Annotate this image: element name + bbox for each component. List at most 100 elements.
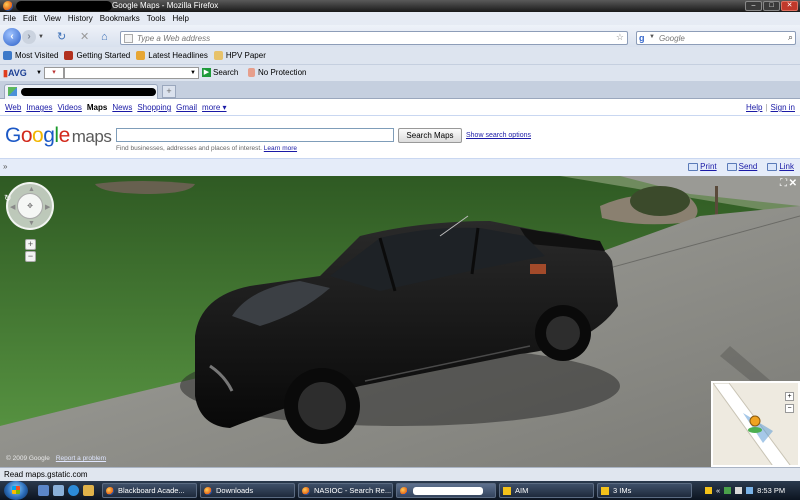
avg-input-dropdown-icon[interactable]: ▼ — [190, 68, 196, 78]
bookmark-hpv-paper[interactable]: HPV Paper — [213, 51, 266, 60]
street-view-nav-control[interactable]: ▲ ▼ ◀ ▶ ✥ — [6, 182, 54, 230]
avg-search-button[interactable]: ▶ Search — [202, 68, 238, 77]
print-action[interactable]: Print — [688, 162, 717, 171]
power-icon[interactable] — [746, 487, 754, 494]
menu-history[interactable]: History — [68, 14, 93, 23]
learn-more-link[interactable]: Learn more — [264, 145, 297, 152]
gbar-web[interactable]: Web — [5, 103, 21, 112]
internet-explorer-icon[interactable] — [68, 485, 79, 496]
collapse-panel-button[interactable]: » — [3, 162, 7, 171]
firefox-icon — [106, 487, 114, 495]
home-icon[interactable]: ⌂ — [101, 32, 108, 43]
menu-edit[interactable]: Edit — [23, 14, 37, 23]
bookmark-getting-started[interactable]: Getting Started — [64, 51, 130, 60]
pan-right-icon[interactable]: ▶ — [45, 203, 50, 211]
task-3-ims[interactable]: 3 IMs — [597, 483, 692, 498]
help-link[interactable]: Help — [746, 103, 762, 112]
forward-button[interactable]: › — [22, 30, 36, 44]
bookmark-star-icon[interactable]: ☆ — [616, 32, 624, 43]
gbar-shopping[interactable]: Shopping — [137, 103, 171, 112]
google-maps-logo[interactable]: Google maps — [5, 124, 112, 149]
pegman-center-icon[interactable]: ✥ — [17, 193, 43, 219]
menu-tools[interactable]: Tools — [147, 14, 166, 23]
search-icon[interactable]: ⌕ — [788, 32, 793, 43]
avg-engine-select[interactable]: ▾ — [44, 67, 64, 79]
avg-menu-dropdown-icon[interactable]: ▼ — [36, 70, 42, 76]
zoom-in-button[interactable]: + — [25, 239, 36, 250]
volume-icon[interactable] — [735, 487, 743, 494]
close-street-view-button[interactable]: ✕ — [789, 178, 797, 189]
gbar-images[interactable]: Images — [26, 103, 52, 112]
maximize-button[interactable]: □ — [763, 1, 780, 11]
stop-icon[interactable]: ✕ — [80, 32, 89, 43]
tab-google-maps[interactable] — [4, 84, 158, 99]
task-aim[interactable]: AIM — [499, 483, 594, 498]
pan-down-icon[interactable]: ▼ — [28, 220, 35, 227]
menu-view[interactable]: View — [44, 14, 61, 23]
maps-search-field[interactable] — [116, 128, 394, 142]
show-desktop-icon[interactable] — [38, 485, 49, 496]
avg-protection-status[interactable]: No Protection — [248, 68, 306, 77]
pan-left-icon[interactable]: ◀ — [10, 203, 15, 211]
task-label: Blackboard Acade... — [118, 486, 185, 495]
switch-windows-icon[interactable] — [53, 485, 64, 496]
minimap-zoom-in-button[interactable]: + — [785, 392, 794, 401]
firefox-icon — [302, 487, 310, 495]
task-current-redacted[interactable] — [396, 483, 496, 498]
task-blackboard[interactable]: Blackboard Acade... — [102, 483, 197, 498]
fullscreen-icon[interactable]: ⛶ — [780, 178, 787, 189]
pan-up-icon[interactable]: ▲ — [28, 186, 35, 193]
link-action[interactable]: Link — [767, 162, 794, 171]
address-input[interactable] — [137, 34, 607, 43]
search-maps-button[interactable]: Search Maps — [398, 128, 462, 143]
show-search-options-link[interactable]: Show search options — [466, 132, 531, 139]
task-downloads[interactable]: Downloads — [200, 483, 295, 498]
task-nasioc[interactable]: NASIOC - Search Re... — [298, 483, 393, 498]
reload-icon[interactable]: ↻ — [57, 32, 66, 43]
back-button[interactable]: ‹ — [3, 28, 21, 46]
clock[interactable]: 8:53 PM — [757, 486, 785, 495]
send-link[interactable]: Send — [739, 162, 758, 171]
gbar-gmail[interactable]: Gmail — [176, 103, 197, 112]
menu-help[interactable]: Help — [172, 14, 188, 23]
minimap-zoom-out-button[interactable]: − — [785, 404, 794, 413]
print-link[interactable]: Print — [700, 162, 716, 171]
street-view-image[interactable] — [0, 176, 800, 467]
logo-letter: G — [5, 124, 21, 147]
quick-launch-icon[interactable] — [83, 485, 94, 496]
maps-search-input[interactable] — [117, 129, 393, 141]
search-input[interactable] — [659, 34, 779, 43]
street-view-minimap[interactable]: + − — [711, 381, 800, 467]
task-label: 3 IMs — [613, 486, 632, 495]
aim-tray-icon[interactable] — [705, 487, 712, 494]
bookmark-most-visited[interactable]: Most Visited — [3, 51, 58, 60]
address-bar[interactable]: ☆ — [120, 31, 628, 45]
engine-dropdown-icon[interactable]: ▼ — [649, 34, 655, 40]
link-link[interactable]: Link — [779, 162, 794, 171]
tray-expand-icon[interactable]: « — [716, 486, 720, 495]
zoom-out-button[interactable]: − — [25, 251, 36, 262]
avg-search-input[interactable]: ▼ — [64, 67, 199, 79]
menu-bookmarks[interactable]: Bookmarks — [100, 14, 140, 23]
logo-letter: o — [20, 124, 33, 147]
minimize-button[interactable]: – — [745, 1, 762, 11]
close-button[interactable]: ✕ — [781, 1, 798, 11]
gbar-videos[interactable]: Videos — [58, 103, 82, 112]
report-problem-link[interactable]: Report a problem — [56, 455, 106, 462]
menu-file[interactable]: File — [3, 14, 16, 23]
search-hint-text: Find businesses, addresses and places of… — [116, 145, 262, 152]
sign-in-link[interactable]: Sign in — [771, 103, 795, 112]
start-button[interactable] — [4, 481, 28, 500]
gbar-more[interactable]: more ▾ — [202, 103, 226, 112]
street-view-panorama[interactable]: ↻ ▲ ▼ ◀ ▶ ✥ + − ⛶ ✕ + − © 2009 Google Re… — [0, 176, 800, 467]
gbar-news[interactable]: News — [112, 103, 132, 112]
bookmark-latest-headlines[interactable]: Latest Headlines — [136, 51, 208, 60]
pegman-icon[interactable] — [749, 415, 761, 427]
avg-logo[interactable]: ▮AVG — [3, 68, 27, 79]
network-icon[interactable] — [724, 487, 732, 494]
search-bar[interactable]: g ▼ ⌕ — [636, 31, 796, 45]
new-tab-button[interactable]: + — [162, 85, 176, 98]
send-action[interactable]: Send — [726, 162, 758, 171]
google-engine-icon[interactable]: g — [639, 33, 645, 43]
history-dropdown-icon[interactable]: ▼ — [38, 34, 44, 40]
